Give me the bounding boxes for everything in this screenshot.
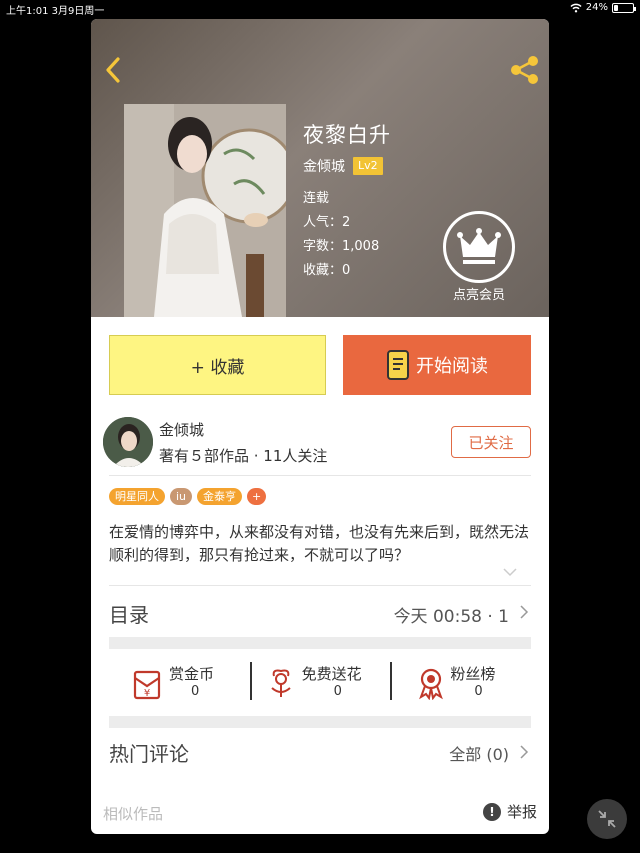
author-section: 金倾城 著有５部作品 · 11人关注 已关注 xyxy=(91,417,549,473)
medal-icon xyxy=(419,668,444,700)
vip-button[interactable] xyxy=(443,211,515,283)
tag-list: 明星同人 iu 金泰亨 + xyxy=(109,488,267,505)
tag-item[interactable]: 明星同人 xyxy=(109,488,165,505)
red-envelope-icon: ¥ xyxy=(133,670,161,700)
divider xyxy=(109,585,531,586)
crown-icon xyxy=(457,228,501,264)
chevron-right-icon xyxy=(520,605,529,619)
share-icon xyxy=(511,56,538,84)
start-reading-button[interactable]: 开始阅读 xyxy=(343,335,531,395)
book-cover[interactable] xyxy=(124,104,286,317)
reward-bar: ¥ 赏金币 0 免费送花 0 粉丝榜 0 xyxy=(109,650,531,708)
avatar[interactable] xyxy=(103,417,153,467)
chevron-right-icon xyxy=(520,745,529,759)
reward-coins-button[interactable]: ¥ 赏金币 0 xyxy=(109,650,250,708)
reward-flowers-button[interactable]: 免费送花 0 xyxy=(249,650,391,708)
share-button[interactable] xyxy=(507,53,543,87)
divider xyxy=(109,475,531,476)
table-of-contents-row[interactable]: 目录 今天 00:58 · 1 xyxy=(109,589,531,635)
reward-flowers-label: 免费送花 xyxy=(301,665,362,683)
favorite-button[interactable]: + 收藏 xyxy=(109,335,326,395)
hot-comments-label: 热门评论 xyxy=(109,742,189,766)
status-right: 24% xyxy=(570,2,636,13)
status-time-date: 上午1:01 3月9日周一 xyxy=(6,2,104,17)
chevron-left-icon xyxy=(106,57,120,83)
battery-icon xyxy=(612,2,636,13)
svg-text:¥: ¥ xyxy=(144,688,150,699)
wifi-icon xyxy=(570,3,582,12)
chevron-down-icon[interactable] xyxy=(503,567,517,577)
tag-item[interactable]: 金泰亨 xyxy=(197,488,243,505)
book-description: 在爱情的博弈中，从来都没有对错，也没有先来后到，既然无法顺利的得到，那只有抢过来… xyxy=(109,523,530,564)
vip-label: 点亮会员 xyxy=(452,288,505,303)
book-author-name[interactable]: 金倾城 xyxy=(303,156,345,176)
status-time: 上午1:01 xyxy=(6,6,49,17)
book-word-count: 字数：1,008 xyxy=(303,239,380,254)
tag-item[interactable]: iu xyxy=(170,488,193,505)
reward-coins-label: 赏金币 xyxy=(169,665,215,683)
toc-label: 目录 xyxy=(109,603,149,627)
reward-flowers-value: 0 xyxy=(333,684,342,699)
reward-coins-value: 0 xyxy=(191,684,200,699)
status-bar: 上午1:01 3月9日周一 24% xyxy=(0,0,640,18)
hot-comments-row[interactable]: 热门评论 全部 (0) xyxy=(109,732,531,776)
fan-ranking-button[interactable]: 粉丝榜 0 xyxy=(390,650,531,708)
collapse-arrows-icon xyxy=(598,810,616,828)
fan-ranking-label: 粉丝榜 xyxy=(450,665,496,683)
action-buttons: + 收藏 开始阅读 xyxy=(91,335,549,395)
book-author-line: 金倾城 Lv2 xyxy=(303,156,383,176)
add-tag-button[interactable]: + xyxy=(247,488,267,505)
section-separator xyxy=(109,637,531,649)
book-detail-card: 夜黎白升 金倾城 Lv2 连载 人气：2 字数：1,008 收藏：0 点亮会员 … xyxy=(91,19,549,834)
follow-button[interactable]: 已关注 xyxy=(451,426,531,458)
author-name[interactable]: 金倾城 xyxy=(159,419,204,440)
battery-percent: 24% xyxy=(585,2,608,13)
book-popularity: 人气：2 xyxy=(303,215,351,230)
book-title: 夜黎白升 xyxy=(303,123,391,147)
collapse-button[interactable] xyxy=(587,799,627,839)
flower-icon xyxy=(271,669,291,697)
author-stats: 著有５部作品 · 11人关注 xyxy=(159,447,328,465)
toc-update: 今天 00:58 · 1 xyxy=(393,607,509,627)
all-comments-link[interactable]: 全部 (0) xyxy=(449,741,509,765)
fan-ranking-value: 0 xyxy=(474,684,483,699)
section-separator xyxy=(109,716,531,728)
book-status: 连载 xyxy=(303,191,330,206)
status-date: 3月9日周一 xyxy=(51,6,105,17)
level-badge: Lv2 xyxy=(353,157,383,175)
book-header: 夜黎白升 金倾城 Lv2 连载 人气：2 字数：1,008 收藏：0 点亮会员 xyxy=(91,19,549,317)
report-label: 举报 xyxy=(506,803,537,821)
back-button[interactable] xyxy=(99,55,129,85)
exclamation-icon: ! xyxy=(482,802,501,821)
book-icon xyxy=(387,350,409,380)
start-reading-label: 开始阅读 xyxy=(416,356,488,377)
report-button[interactable]: ! 举报 xyxy=(482,801,537,822)
similar-works-label: 相似作品 xyxy=(103,805,164,823)
book-favorites: 收藏：0 xyxy=(303,263,351,278)
